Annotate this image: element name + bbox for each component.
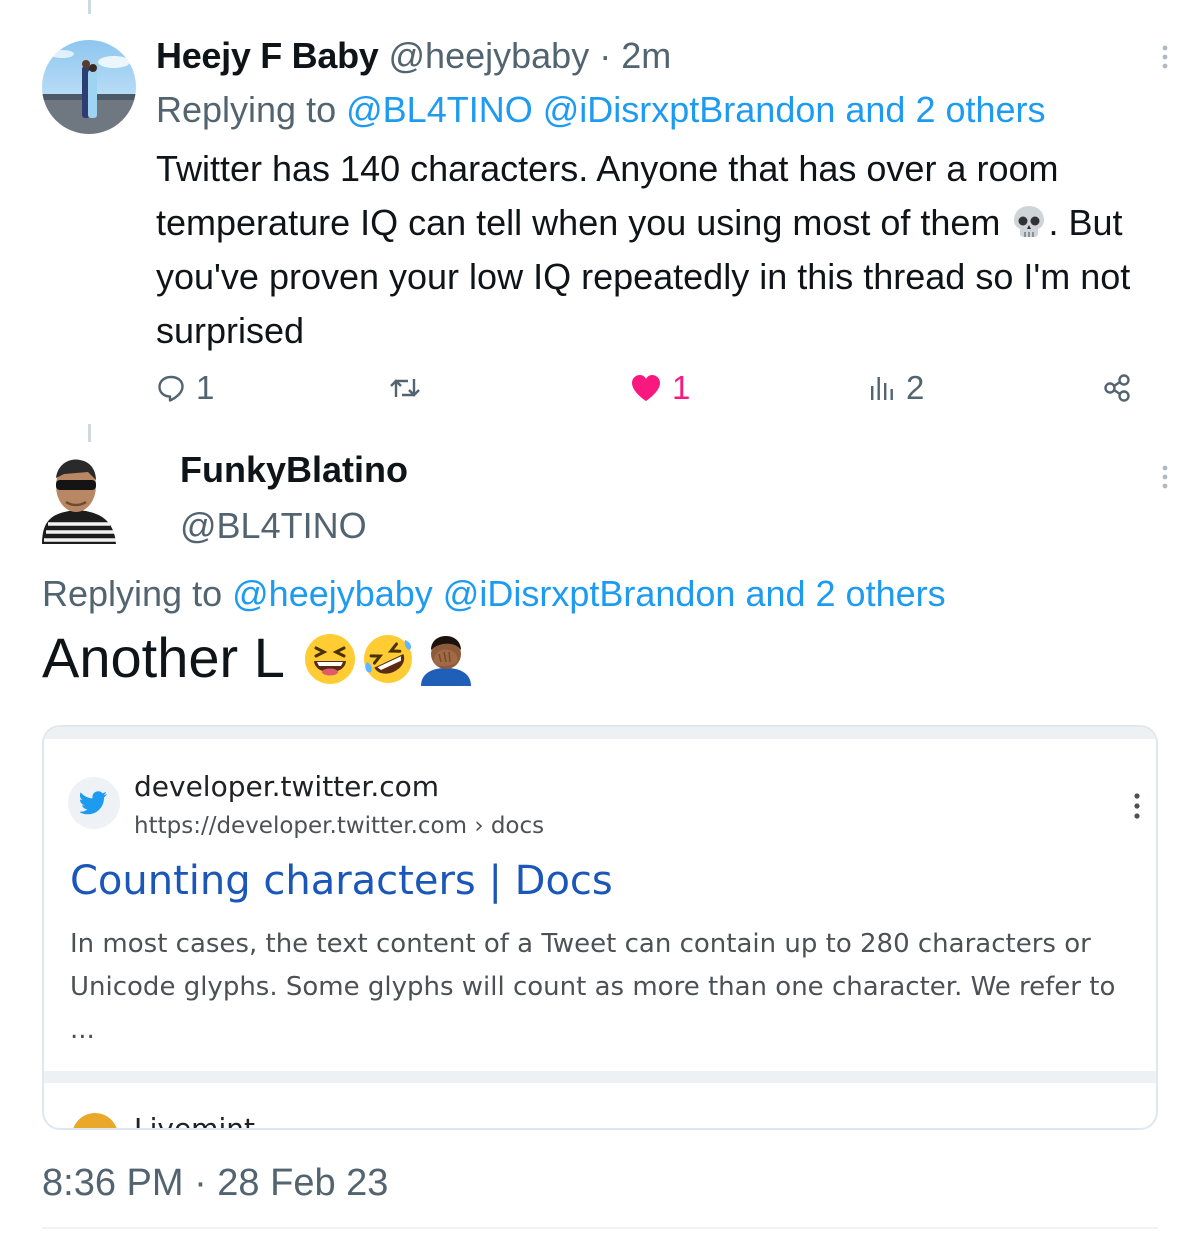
rolling-on-the-floor-laughing-icon (361, 631, 415, 685)
result-site-name[interactable]: Livemint (134, 1111, 255, 1128)
like-button[interactable]: 1 (630, 364, 690, 412)
tweet-time[interactable]: 2m (621, 35, 671, 76)
separator-dot: · (599, 35, 612, 76)
card-divider (44, 1071, 1156, 1083)
heart-icon (630, 373, 662, 403)
replying-to: Replying to @BL4TINO @iDisrxptBrandon an… (156, 88, 1046, 132)
views-button[interactable]: 2 (868, 364, 924, 412)
user-handle[interactable]: @BL4TINO (180, 504, 367, 548)
tweet-text: Another L (42, 622, 473, 694)
result-url[interactable]: https://developer.twitter.com › docs (134, 811, 544, 841)
thread-line (88, 0, 91, 14)
thread-line (88, 424, 91, 442)
display-name[interactable]: FunkyBlatino (180, 448, 408, 492)
reply-icon (156, 373, 186, 403)
search-result-card[interactable]: developer.twitter.com https://developer.… (42, 725, 1158, 1130)
divider (42, 1227, 1158, 1229)
user-handle[interactable]: @heejybaby (389, 35, 590, 76)
views-icon (868, 374, 896, 402)
replying-to: Replying to @heejybaby @iDisrxptBrandon … (42, 572, 946, 616)
result-title-link[interactable]: Counting characters | Docs (70, 855, 613, 907)
retweet-icon (388, 373, 422, 403)
result-site-name[interactable]: developer.twitter.com (134, 769, 439, 805)
tweet-actions: 1 1 2 (156, 364, 1146, 412)
tweet-text-part: Twitter has 140 characters. Anyone that … (156, 148, 1059, 243)
result-snippet: In most cases, the text content of a Twe… (70, 929, 1116, 1045)
like-count: 1 (672, 369, 691, 406)
avatar[interactable] (42, 40, 136, 134)
avatar[interactable] (38, 452, 120, 544)
person-facepalming-icon (419, 631, 473, 686)
reply-count: 1 (196, 369, 215, 406)
tweet-text: Twitter has 140 characters. Anyone that … (156, 142, 1156, 358)
view-count: 2 (906, 369, 925, 406)
reply-mentions[interactable]: @BL4TINO @iDisrxptBrandon and 2 others (346, 89, 1045, 130)
tweet-timestamp[interactable]: 8:36 PM · 28 Feb 23 (42, 1160, 388, 1206)
site-favicon-icon (72, 1113, 118, 1128)
reply-button[interactable]: 1 (156, 364, 214, 412)
twitter-bird-icon (68, 777, 120, 829)
retweet-button[interactable] (388, 364, 422, 412)
tweet-text-part: Another L (42, 626, 285, 689)
share-icon (1102, 373, 1132, 403)
more-options-icon[interactable] (1126, 791, 1148, 821)
grinning-squinting-face-icon (303, 631, 357, 685)
card-divider (44, 727, 1156, 739)
share-button[interactable] (1102, 364, 1132, 412)
reply-mentions[interactable]: @heejybaby @iDisrxptBrandon and 2 others (232, 573, 945, 614)
more-options-icon[interactable] (1152, 464, 1178, 490)
replying-to-label: Replying to (156, 89, 337, 130)
display-name[interactable]: Heejy F Baby (156, 35, 379, 76)
skull-emoji-icon (1010, 202, 1048, 240)
more-options-icon[interactable] (1152, 44, 1178, 70)
replying-to-label: Replying to (42, 573, 223, 614)
tweet-header: Heejy F Baby @heejybaby · 2m (156, 34, 671, 78)
